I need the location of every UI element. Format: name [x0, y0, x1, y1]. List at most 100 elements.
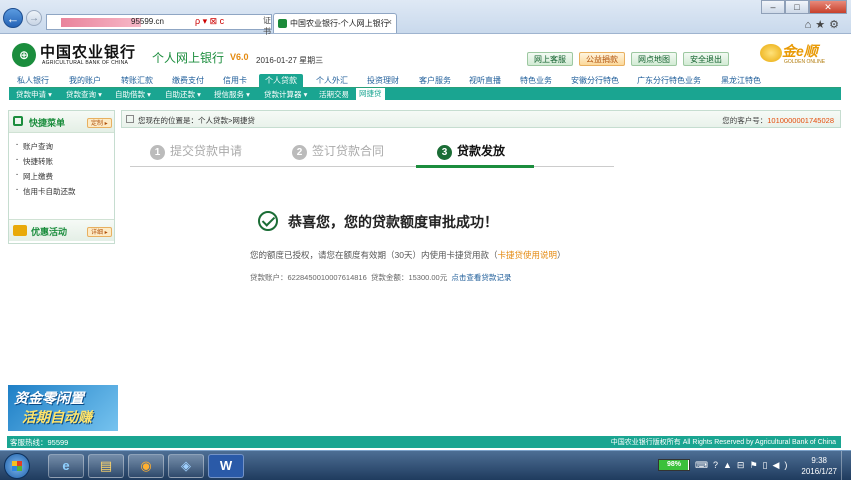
explorer-taskbar-icon[interactable]: ▤ [88, 454, 124, 478]
window-controls: – □ ✕ [761, 0, 847, 14]
step-2-number: 2 [292, 145, 307, 160]
promo-gift-icon [13, 225, 27, 236]
abc-logo-icon: ⊕ [12, 43, 36, 67]
address-bar[interactable]: 95599.cn ρ ▾ ⊠ c 证书错误 [46, 14, 272, 58]
active-step-indicator [416, 165, 534, 168]
app4-taskbar-icon[interactable]: ◈ [168, 454, 204, 478]
nav-heilongjiang[interactable]: 黑龙江特色 [721, 75, 761, 86]
golden-online-logo: 金e顺 GOLDEN ONLINE [760, 41, 840, 67]
abc-favicon-icon [278, 19, 287, 28]
address-highlight [61, 18, 141, 27]
subnav-self-borrow[interactable]: 自助借款 ▾ [115, 89, 151, 100]
quick-menu-icon [13, 116, 23, 126]
gold-coin-icon [760, 44, 782, 62]
customize-button[interactable]: 定制 ▸ [87, 118, 112, 128]
minimize-icon[interactable]: – [761, 0, 785, 14]
step-3-number: 3 [437, 145, 452, 160]
usage-guide-link[interactable]: 卡捷贷使用说明 [497, 250, 557, 260]
branch-map-button[interactable]: 网点地图 [631, 52, 677, 66]
charity-button[interactable]: 公益捐款 [579, 52, 625, 66]
promo-detail-button[interactable]: 详细 ▸ [87, 227, 112, 237]
address-controls-icon[interactable]: ρ ▾ ⊠ c [195, 16, 224, 27]
ie-taskbar-icon[interactable]: e [48, 454, 84, 478]
golden-online-sub: GOLDEN ONLINE [784, 59, 826, 65]
clock[interactable]: 9:38 2016/1/27 [801, 455, 837, 477]
bank-name: 中国农业银行 [40, 44, 137, 61]
address-url: 95599.cn [131, 17, 164, 26]
show-desktop-button[interactable] [841, 451, 851, 480]
subnav-wangjiedai[interactable]: 网捷贷 [356, 88, 385, 100]
nav-credit-card[interactable]: 信用卡 [223, 75, 247, 86]
battery-percent: 98% [666, 461, 681, 468]
sidebar: 快捷菜单 定制 ▸ 账户查询 快捷转账 网上缴费 信用卡自助还款 优惠活动 详细… [8, 110, 115, 244]
hotline-label: 客服热线： [10, 438, 48, 447]
promo-banner-line1: 资金零闲置 [14, 390, 84, 406]
quick-item-online-payment[interactable]: 网上缴费 [16, 170, 76, 182]
breadcrumb: 您现在的位置是：个人贷款>网捷贷 [138, 116, 255, 125]
subnav-loan-apply[interactable]: 贷款申请 ▾ [16, 89, 52, 100]
nav-customer-service[interactable]: 客户服务 [419, 75, 451, 86]
subnav-loan-calculator[interactable]: 贷款计算器 ▾ [264, 89, 307, 100]
battery-indicator[interactable]: 98% [658, 459, 690, 471]
product-version: V6.0 [230, 52, 249, 62]
location-bar: 您现在的位置是：个人贷款>网捷贷 您的客户号：1010000001745028 [121, 110, 841, 128]
nav-guangdong[interactable]: 广东分行特色业务 [637, 75, 701, 86]
nav-private-banking[interactable]: 私人银行 [17, 75, 49, 86]
subnav-credit-service[interactable]: 授信服务 ▾ [214, 89, 250, 100]
active-browser-tab[interactable]: 中国农业银行-个人网上银行 × [273, 13, 397, 33]
nav-personal-loan[interactable]: 个人贷款 [259, 74, 303, 88]
loan-account-number: 6228450010007614816 [287, 273, 367, 282]
product-title: 个人网上银行 [152, 51, 225, 65]
start-button[interactable] [4, 453, 30, 479]
validity-note-end: ） [556, 250, 566, 260]
promo-header: 优惠活动 详细 ▸ [9, 219, 114, 241]
loan-amount: 15300.00元 [408, 273, 448, 282]
online-service-button[interactable]: 网上客服 [527, 52, 573, 66]
browser-chrome: ← → 95599.cn ρ ▾ ⊠ c 证书错误 中国农业银行-个人网上银行 … [0, 0, 851, 58]
promo-banner[interactable]: 资金零闲置 活期自动赚 [8, 385, 118, 431]
current-date: 2016-01-27 星期三 [256, 56, 324, 65]
back-arrow-icon: ← [6, 11, 20, 26]
nav-special-business[interactable]: 特色业务 [520, 75, 552, 86]
nav-forex[interactable]: 个人外汇 [316, 75, 348, 86]
windows-taskbar: e ▤ ◉ ◈ W 98% ⌨?▲⊟⚑▯◀) 9:38 2016/1/27 [0, 450, 851, 480]
quick-item-account-query[interactable]: 账户查询 [16, 140, 76, 152]
app3-taskbar-icon[interactable]: ◉ [128, 454, 164, 478]
step-2-label: 签订贷款合同 [312, 144, 385, 158]
customer-number-value: 1010000001745028 [767, 116, 834, 125]
validity-note: 您的额度已授权，请您在额度有效期（30天）内使用卡捷贷用款（卡捷贷使用说明） [250, 249, 566, 261]
step-submit-application: 1 提交贷款申请 [150, 142, 242, 160]
loan-amount-label: 贷款金额： [370, 273, 409, 282]
subnav-self-repay[interactable]: 自助还款 ▾ [165, 89, 201, 100]
success-check-icon [258, 211, 278, 231]
nav-anhui[interactable]: 安徽分行特色 [571, 75, 619, 86]
loan-account-line: 贷款账户：6228450010007614816 贷款金额：15300.00元 … [250, 272, 511, 283]
main-nav: 私人银行 我的账户 转账汇款 缴费支付 信用卡 个人贷款 个人外汇 投资理财 客… [9, 74, 841, 88]
word-taskbar-icon[interactable]: W [208, 454, 244, 478]
step-sign-contract: 2 签订贷款合同 [292, 142, 384, 160]
nav-transfer[interactable]: 转账汇款 [121, 75, 153, 86]
step-3-label: 贷款发放 [457, 144, 506, 158]
home-star-gear-icons[interactable]: ⌂★⚙ [805, 18, 843, 31]
nav-investment[interactable]: 投资理财 [367, 75, 399, 86]
nav-my-account[interactable]: 我的账户 [69, 75, 101, 86]
quick-item-card-repay[interactable]: 信用卡自助还款 [16, 185, 75, 197]
tab-close-icon[interactable]: × [387, 17, 392, 27]
maximize-icon[interactable]: □ [785, 0, 809, 14]
customer-number: 您的客户号：1010000001745028 [722, 115, 834, 126]
logout-button[interactable]: 安全退出 [683, 52, 729, 66]
sub-nav: 贷款申请 ▾ 贷款查询 ▾ 自助借款 ▾ 自助还款 ▾ 授信服务 ▾ 贷款计算器… [9, 88, 841, 100]
tray-icons[interactable]: ⌨?▲⊟⚑▯◀) [695, 460, 792, 471]
forward-button[interactable]: → [26, 10, 42, 26]
subnav-loan-query[interactable]: 贷款查询 ▾ [66, 89, 102, 100]
bank-header: ⊕ 中国农业银行 AGRICULTURAL BANK OF CHINA 个人网上… [0, 35, 851, 73]
clock-date: 2016/1/27 [801, 467, 837, 476]
back-button[interactable]: ← [3, 8, 23, 28]
golden-online-text: 金e顺 [782, 43, 818, 59]
nav-live-stream[interactable]: 视听直播 [469, 75, 501, 86]
quick-item-quick-transfer[interactable]: 快捷转账 [16, 155, 76, 167]
nav-payment[interactable]: 缴费支付 [172, 75, 204, 86]
subnav-demand-trade[interactable]: 活期交易 [319, 89, 349, 100]
loan-history-link[interactable]: 点击查看贷款记录 [451, 273, 511, 282]
close-window-icon[interactable]: ✕ [809, 0, 847, 14]
